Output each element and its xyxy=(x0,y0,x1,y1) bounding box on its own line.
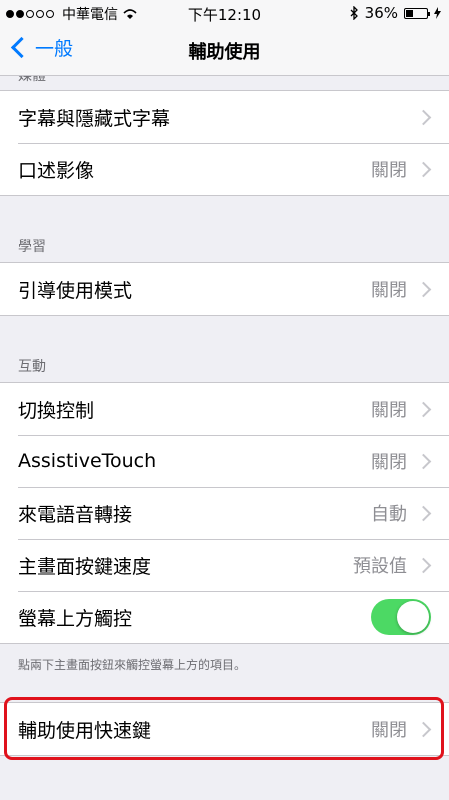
chevron-right-icon xyxy=(415,505,432,521)
row-label: 主畫面按鍵速度 xyxy=(18,555,152,578)
list-item-accessibility-shortcut[interactable]: 輔助使用快速鍵 關閉 xyxy=(0,703,449,755)
row-value: 關閉 xyxy=(371,400,407,421)
chevron-right-icon xyxy=(415,401,432,417)
list-item-reachability: 螢幕上方觸控 xyxy=(0,591,449,643)
battery-percent: 36% xyxy=(364,4,398,22)
row-label: 引導使用模式 xyxy=(18,279,133,302)
list-item-home-click-speed[interactable]: 主畫面按鍵速度 預設值 xyxy=(0,539,449,591)
row-label: 螢幕上方觸控 xyxy=(18,607,133,630)
row-label: 口述影像 xyxy=(18,159,95,182)
list-item-guided-access[interactable]: 引導使用模式 關閉 xyxy=(0,263,449,315)
section-header-interaction: 互動 xyxy=(18,359,46,375)
row-label: 來電語音轉接 xyxy=(18,503,133,526)
chevron-right-icon xyxy=(415,721,432,737)
interaction-group: 切換控制 關閉 AssistiveTouch 關閉 來電語音轉接 自動 主畫面按… xyxy=(0,382,449,644)
charging-bolt-icon xyxy=(434,7,441,19)
page-title: 輔助使用 xyxy=(188,42,261,63)
bluetooth-icon xyxy=(350,6,358,20)
status-bar: 中華電信 下午12:10 36% xyxy=(0,0,449,26)
chevron-right-icon xyxy=(415,453,432,469)
row-value: 自動 xyxy=(371,504,407,525)
media-group: 字幕與隱藏式字幕 口述影像 關閉 xyxy=(0,90,449,196)
learning-group: 引導使用模式 關閉 xyxy=(0,262,449,316)
list-item-assistivetouch[interactable]: AssistiveTouch 關閉 xyxy=(0,435,449,487)
section-header-media: 媒體 xyxy=(18,76,46,84)
navigation-bar: 一般 輔助使用 xyxy=(0,26,449,76)
row-value: 關閉 xyxy=(371,160,407,181)
list-item-subtitles[interactable]: 字幕與隱藏式字幕 xyxy=(0,91,449,143)
list-item-call-audio-routing[interactable]: 來電語音轉接 自動 xyxy=(0,487,449,539)
shortcut-group: 輔助使用快速鍵 關閉 xyxy=(0,702,449,756)
chevron-right-icon xyxy=(415,161,432,177)
status-right: 36% xyxy=(349,4,441,22)
chevron-right-icon xyxy=(415,109,432,125)
row-value: 關閉 xyxy=(371,280,407,301)
row-label: 字幕與隱藏式字幕 xyxy=(18,107,171,130)
row-value: 關閉 xyxy=(371,452,407,473)
chevron-right-icon xyxy=(415,557,432,573)
reachability-toggle[interactable] xyxy=(371,599,431,635)
toggle-knob xyxy=(397,601,429,633)
row-label: 切換控制 xyxy=(18,399,95,422)
row-label: 輔助使用快速鍵 xyxy=(18,719,152,742)
list-item-audio-descriptions[interactable]: 口述影像 關閉 xyxy=(0,143,449,195)
row-value: 預設值 xyxy=(353,556,407,577)
section-header-learning: 學習 xyxy=(18,239,46,255)
battery-icon xyxy=(404,7,430,19)
row-value: 關閉 xyxy=(371,720,407,741)
chevron-right-icon xyxy=(415,281,432,297)
list-item-switch-control[interactable]: 切換控制 關閉 xyxy=(0,383,449,435)
row-label: AssistiveTouch xyxy=(18,450,157,472)
interaction-footer: 點兩下主畫面按鈕來觸控螢幕上方的項目。 xyxy=(18,658,247,672)
